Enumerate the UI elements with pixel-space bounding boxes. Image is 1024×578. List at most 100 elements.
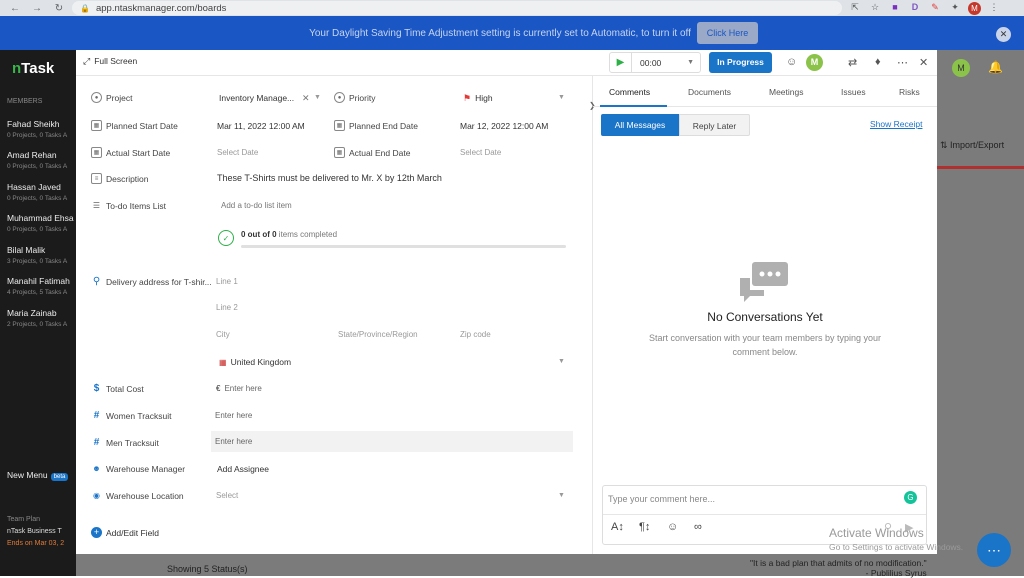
state-input[interactable]: State/Province/Region — [338, 330, 418, 339]
city-input[interactable]: City — [216, 330, 230, 339]
warehouse-location-select[interactable]: Select — [216, 491, 238, 500]
actual-end-date[interactable]: Select Date — [460, 148, 501, 157]
background-red-line — [937, 166, 1024, 169]
member-item[interactable]: Amad Rehan 0 Projects, 0 Tasks A — [7, 150, 77, 170]
address-line1-input[interactable]: Line 1 — [216, 277, 238, 286]
project-label: ● Project — [91, 92, 132, 103]
expand-icon: ⤢ — [83, 56, 91, 66]
extension-d-icon[interactable]: D — [908, 2, 922, 14]
support-chat-button[interactable]: ⋯ — [977, 533, 1011, 567]
address-bar[interactable]: 🔒 app.ntaskmanager.com/boards — [72, 1, 842, 15]
background-user-avatar: M — [952, 59, 970, 77]
planned-end-label: ▦ Planned End Date — [334, 120, 418, 131]
tab-documents[interactable]: Documents — [688, 87, 731, 97]
planned-end-date[interactable]: Mar 12, 2022 12:00 AM — [460, 121, 548, 131]
more-vertical-icon[interactable]: ⋮ — [987, 2, 1001, 14]
reload-icon[interactable]: ↻ — [52, 3, 66, 14]
emoji-icon[interactable]: ☺ — [667, 521, 678, 533]
women-tracksuit-input[interactable]: Enter here — [215, 411, 252, 420]
member-item[interactable]: Bilal Malik 3 Projects, 0 Tasks A — [7, 245, 77, 265]
timer-control[interactable]: ▶ 00:00 ▼ — [609, 52, 701, 73]
calendar-icon: ▦ — [91, 120, 102, 131]
extension-icon[interactable]: ■ — [888, 2, 902, 14]
add-edit-field-button[interactable]: Add/Edit Field — [106, 528, 159, 538]
add-assignee-icon[interactable]: ☺ — [786, 56, 797, 68]
hash-icon: # — [93, 410, 100, 421]
tab-risks[interactable]: Risks — [899, 87, 920, 97]
tab-comments[interactable]: Comments — [609, 87, 650, 97]
link-icon[interactable]: ∞ — [694, 521, 702, 533]
lock-icon: 🔒 — [80, 3, 90, 13]
share-icon[interactable]: ⇱ — [848, 2, 862, 14]
address-line2-input[interactable]: Line 2 — [216, 303, 238, 312]
bookmark-star-icon[interactable]: ☆ — [868, 2, 882, 14]
reply-later-button[interactable]: Reply Later — [679, 114, 750, 136]
show-receipt-link[interactable]: Show Receipt — [870, 119, 922, 129]
close-icon[interactable]: ✕ — [919, 56, 928, 69]
tab-meetings[interactable]: Meetings — [769, 87, 804, 97]
priority-label: ● Priority — [334, 92, 375, 103]
ntask-logo: nTask — [12, 60, 55, 77]
warehouse-manager-label: ☻ Warehouse Manager — [92, 463, 186, 474]
grammarly-icon[interactable]: G — [904, 491, 917, 504]
text-format-icon[interactable]: A↕ — [611, 521, 624, 533]
bell-icon[interactable]: ♦ — [875, 56, 881, 68]
priority-icon: ● — [334, 92, 345, 103]
zip-input[interactable]: Zip code — [460, 330, 491, 339]
banner-click-here-button[interactable]: Click Here — [697, 22, 758, 44]
tab-issues[interactable]: Issues — [841, 87, 866, 97]
puzzle-icon[interactable]: ✦ — [948, 2, 962, 14]
add-field-icon[interactable]: + — [91, 527, 102, 538]
project-select[interactable]: Inventory Manage... — [219, 93, 294, 103]
calendar-icon: ▦ — [334, 147, 345, 158]
description-icon: ≡ — [91, 173, 102, 184]
member-item[interactable]: Maria Zainab 2 Projects, 0 Tasks A — [7, 308, 77, 328]
member-item[interactable]: Hassan Javed 0 Projects, 0 Tasks A — [7, 182, 77, 202]
priority-select[interactable]: ⚑ High — [463, 93, 493, 104]
calendar-icon: ▦ — [91, 147, 102, 158]
assignee-avatar[interactable]: M — [806, 54, 823, 71]
chevron-down-icon[interactable]: ▼ — [687, 59, 694, 66]
project-chevron-down-icon[interactable]: ▼ — [314, 94, 321, 101]
status-in-progress-button[interactable]: In Progress — [709, 52, 772, 73]
browser-toolbar: ← → ↻ 🔒 app.ntaskmanager.com/boards ⇱ ☆ … — [0, 0, 1024, 16]
dollar-icon: $ — [93, 383, 100, 394]
todo-add-input[interactable]: Add a to-do list item — [221, 201, 292, 210]
total-cost-input[interactable]: € Enter here — [216, 384, 262, 393]
all-messages-button[interactable]: All Messages — [601, 114, 679, 136]
back-icon[interactable]: ← — [8, 3, 22, 14]
priority-chevron-down-icon[interactable]: ▼ — [558, 94, 565, 101]
forward-icon[interactable]: → — [30, 3, 44, 14]
new-menu-item[interactable]: New Menu beta — [7, 470, 69, 481]
comment-input[interactable] — [608, 494, 888, 504]
play-icon[interactable]: ▶ — [610, 53, 632, 72]
member-item[interactable]: Manahil Fatimah 4 Projects, 5 Tasks A — [7, 276, 77, 296]
add-assignee-button[interactable]: Add Assignee — [217, 464, 269, 474]
more-options-icon[interactable]: ⋯ — [897, 56, 908, 69]
repeat-icon[interactable]: ⇄ — [848, 56, 857, 69]
dst-banner: Your Daylight Saving Time Adjustment set… — [0, 16, 1024, 50]
active-tab-indicator — [600, 105, 667, 107]
profile-avatar[interactable]: M — [968, 1, 981, 15]
country-select[interactable]: ▦ United Kingdom — [219, 357, 291, 367]
background-bell-icon: 🔔 — [988, 60, 1003, 74]
project-clear-icon[interactable]: ✕ — [302, 93, 310, 104]
actual-start-date[interactable]: Select Date — [217, 148, 258, 157]
todo-progress-text: 0 out of 0 items completed — [241, 230, 338, 239]
member-item[interactable]: Fahad Sheikh 0 Projects, 0 Tasks A — [7, 119, 77, 139]
beta-badge: beta — [50, 473, 69, 481]
pen-extension-icon[interactable]: ✎ — [928, 2, 942, 14]
men-tracksuit-field-bg — [211, 431, 573, 452]
location-chevron-down-icon[interactable]: ▼ — [558, 492, 565, 499]
actual-start-label: ▦ Actual Start Date — [91, 147, 170, 158]
country-chevron-down-icon[interactable]: ▼ — [558, 358, 565, 365]
member-item[interactable]: Muhammad Ehsa 0 Projects, 0 Tasks A — [7, 213, 77, 233]
paragraph-icon[interactable]: ¶↕ — [639, 521, 650, 533]
import-export-icon: ⇅ — [940, 140, 951, 150]
banner-close-icon[interactable]: ✕ — [996, 27, 1011, 42]
todo-label: ☰ To-do Items List — [92, 200, 166, 211]
description-value[interactable]: These T-Shirts must be delivered to Mr. … — [217, 173, 442, 183]
men-tracksuit-input[interactable]: Enter here — [215, 437, 252, 446]
planned-start-date[interactable]: Mar 11, 2022 12:00 AM — [217, 121, 305, 131]
full-screen-button[interactable]: ⤢ Full Screen — [83, 56, 137, 67]
